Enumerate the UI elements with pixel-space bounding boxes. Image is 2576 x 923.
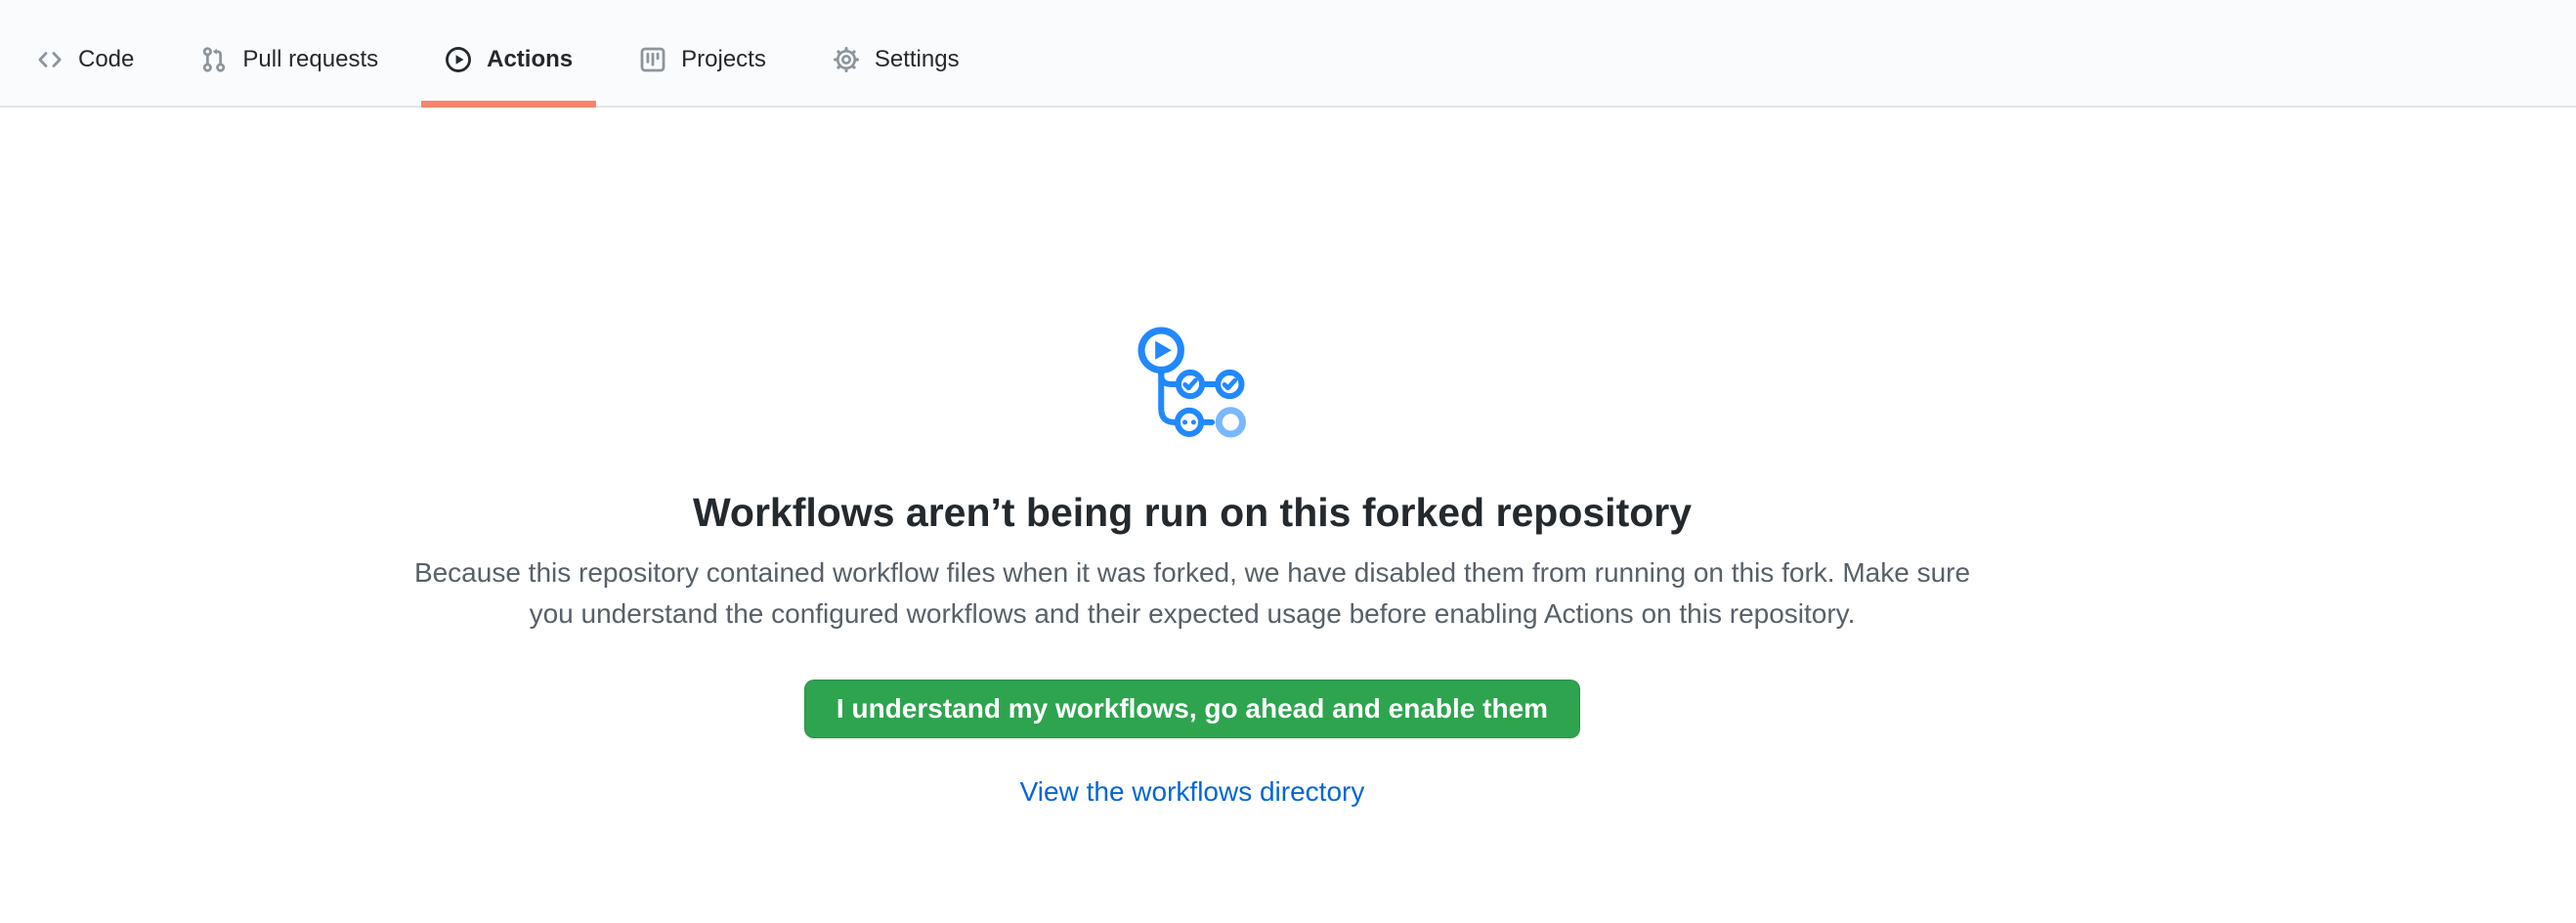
code-icon (36, 46, 64, 73)
tab-label: Pull requests (242, 46, 378, 73)
tab-label: Projects (681, 46, 766, 73)
tab-label: Actions (487, 46, 573, 73)
tab-projects[interactable]: Projects (616, 0, 790, 106)
blankslate-description: Because this repository contained workfl… (391, 552, 1994, 635)
tab-label: Settings (875, 46, 960, 73)
git-pull-request-icon (200, 46, 228, 73)
workflow-illustration-icon (1138, 327, 1247, 438)
enable-workflows-button[interactable]: I understand my workflows, go ahead and … (804, 680, 1580, 738)
repo-tab-bar: Code Pull requests (0, 0, 2576, 108)
repo-tabs: Code Pull requests (13, 0, 1003, 106)
tab-actions[interactable]: Actions (421, 0, 596, 106)
view-workflows-directory-link[interactable]: View the workflows directory (1020, 776, 1365, 808)
tab-settings[interactable]: Settings (809, 0, 983, 106)
play-icon (445, 46, 472, 73)
tab-pull-requests[interactable]: Pull requests (177, 0, 402, 106)
tab-label: Code (78, 46, 134, 73)
gear-icon (833, 46, 860, 73)
tab-code[interactable]: Code (13, 0, 157, 106)
actions-disabled-blankslate: Workflows aren’t being run on this forke… (0, 108, 2384, 808)
project-icon (639, 46, 666, 73)
blankslate-heading: Workflows aren’t being run on this forke… (693, 489, 1692, 537)
